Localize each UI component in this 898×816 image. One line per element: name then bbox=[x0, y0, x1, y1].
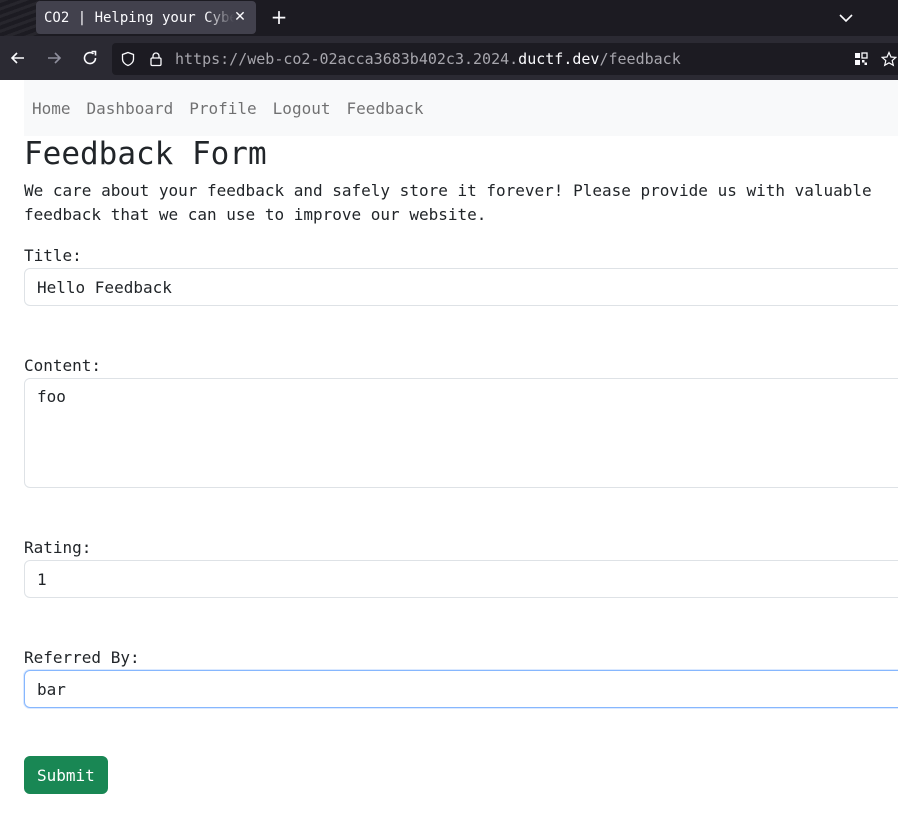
content-textarea[interactable]: foo bbox=[24, 378, 898, 488]
nav-link-feedback[interactable]: Feedback bbox=[346, 99, 423, 118]
url-prefix: https://web-co2-02acca3683b402c3.2024. bbox=[175, 50, 519, 68]
browser-tab-bar: CO2 | Helping your Cyber Security Team ✕… bbox=[0, 0, 898, 36]
site-navbar: Home Dashboard Profile Logout Feedback bbox=[24, 80, 898, 136]
nav-link-profile[interactable]: Profile bbox=[189, 99, 256, 118]
browser-tab-active[interactable]: CO2 | Helping your Cyber Security Team ✕ bbox=[36, 1, 256, 34]
submit-button[interactable]: Submit bbox=[24, 756, 108, 794]
url-domain: ductf.dev bbox=[518, 50, 600, 68]
content-label: Content: bbox=[24, 356, 102, 375]
referred-by-label: Referred By: bbox=[24, 648, 140, 667]
nav-link-logout[interactable]: Logout bbox=[273, 99, 331, 118]
qr-code-icon[interactable] bbox=[853, 51, 869, 67]
url-path: /feedback bbox=[599, 50, 681, 68]
title-input[interactable] bbox=[24, 268, 898, 306]
intro-text: We care about your feedback and safely s… bbox=[24, 181, 872, 224]
title-label: Title: bbox=[24, 246, 82, 265]
url-bar[interactable]: https://web-co2-02acca3683b402c3.2024.du… bbox=[112, 43, 898, 75]
forward-arrow-icon[interactable] bbox=[44, 48, 64, 68]
url-text[interactable]: https://web-co2-02acca3683b402c3.2024.du… bbox=[175, 49, 681, 69]
back-arrow-icon[interactable] bbox=[8, 48, 28, 68]
page-content: Home Dashboard Profile Logout Feedback F… bbox=[0, 80, 898, 816]
close-tab-icon[interactable]: ✕ bbox=[232, 9, 248, 25]
referred-by-input[interactable] bbox=[24, 670, 898, 708]
lock-icon[interactable] bbox=[148, 51, 164, 67]
rating-input[interactable] bbox=[24, 560, 898, 598]
nav-link-dashboard[interactable]: Dashboard bbox=[87, 99, 174, 118]
tabbar-decoration bbox=[0, 0, 40, 36]
page-title: Feedback Form bbox=[24, 136, 267, 172]
tab-title: CO2 | Helping your Cyber Security Team bbox=[44, 9, 234, 26]
rating-label: Rating: bbox=[24, 538, 92, 557]
reload-icon[interactable] bbox=[80, 48, 100, 68]
nav-link-home[interactable]: Home bbox=[32, 99, 71, 118]
shield-icon[interactable] bbox=[120, 51, 136, 67]
star-icon[interactable] bbox=[881, 51, 897, 67]
new-tab-icon[interactable]: + bbox=[268, 6, 290, 28]
chevron-down-icon[interactable] bbox=[836, 8, 856, 28]
